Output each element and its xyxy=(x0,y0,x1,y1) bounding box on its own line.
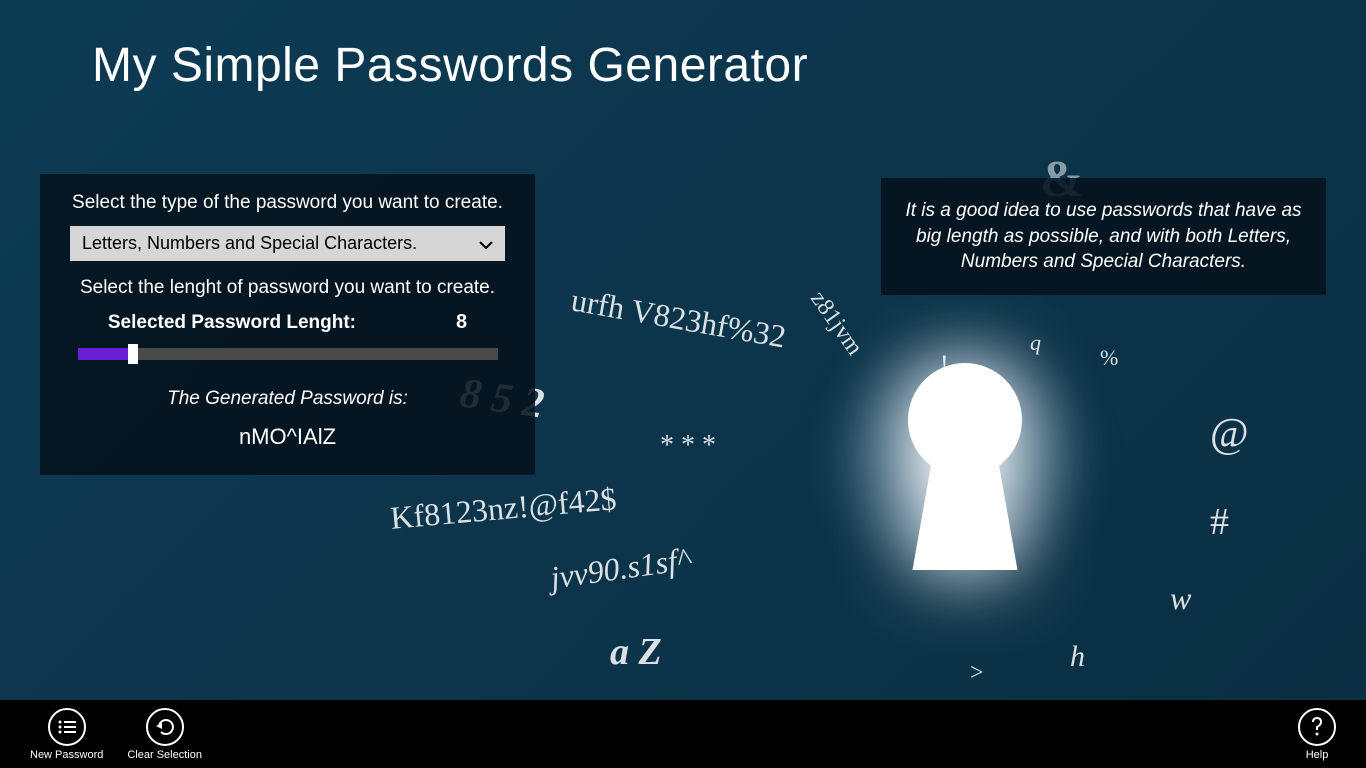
length-slider[interactable] xyxy=(78,348,498,360)
keyhole-icon xyxy=(890,360,1040,570)
new-password-button[interactable]: New Password xyxy=(30,708,103,761)
password-config-panel: Select the type of the password you want… xyxy=(40,174,535,475)
help-button[interactable]: Help xyxy=(1298,708,1336,761)
generated-password-label: The Generated Password is: xyxy=(60,388,515,410)
new-password-label: New Password xyxy=(30,749,103,761)
slider-fill xyxy=(78,348,128,360)
list-icon xyxy=(48,708,86,746)
chevron-down-icon xyxy=(479,236,493,252)
help-label: Help xyxy=(1306,749,1329,761)
dropdown-selected-value: Letters, Numbers and Special Characters. xyxy=(82,233,417,254)
length-select-label: Select the lenght of password you want t… xyxy=(60,277,515,299)
selected-length-label: Selected Password Lenght: xyxy=(108,312,356,334)
generated-password-value: nMO^IAlZ xyxy=(60,424,515,450)
selected-length-value: 8 xyxy=(456,311,467,334)
question-icon xyxy=(1298,708,1336,746)
clear-selection-label: Clear Selection xyxy=(127,749,202,761)
slider-handle[interactable] xyxy=(128,344,138,364)
type-label: Select the type of the password you want… xyxy=(60,192,515,214)
app-bar: New Password Clear Selection Help xyxy=(0,700,1366,768)
clear-selection-button[interactable]: Clear Selection xyxy=(127,708,202,761)
page-title: My Simple Passwords Generator xyxy=(0,0,1366,93)
undo-icon xyxy=(146,708,184,746)
tip-panel: It is a good idea to use passwords that … xyxy=(881,178,1326,295)
password-type-dropdown[interactable]: Letters, Numbers and Special Characters. xyxy=(70,226,505,261)
